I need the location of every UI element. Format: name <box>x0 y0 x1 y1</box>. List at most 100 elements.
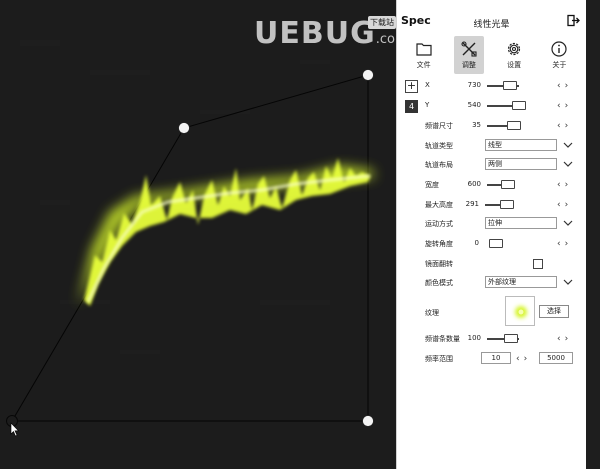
param-label: 纹理 <box>425 309 439 317</box>
increment-arrow-icon[interactable]: › <box>565 81 573 91</box>
param-label: Y <box>425 101 430 109</box>
texture-select-button[interactable]: 选择 <box>539 305 569 318</box>
track-type-select[interactable]: 线型 <box>485 139 557 151</box>
tools-icon <box>461 41 477 57</box>
chevron-down-icon[interactable] <box>563 277 573 287</box>
param-row-max-height: 最大高度 291 ‹› <box>397 197 587 213</box>
freq-range-stepper: ‹› <box>516 354 531 364</box>
increment-arrow-icon[interactable]: › <box>565 121 573 131</box>
tab-label: 关于 <box>552 61 567 69</box>
bar-count-stepper: ‹› <box>557 334 572 344</box>
param-label: 运动方式 <box>425 220 453 228</box>
tab-label: 设置 <box>507 61 522 69</box>
param-value: 600 <box>467 180 481 188</box>
decrement-arrow-icon[interactable]: ‹ <box>557 101 565 111</box>
spectrum-size-slider-knob[interactable] <box>507 121 521 130</box>
gear-icon <box>508 42 521 56</box>
increment-arrow-icon[interactable]: › <box>565 101 573 111</box>
param-row-track-layout: 轨道布局 两侧 <box>397 157 587 173</box>
rotation-stepper: ‹› <box>557 239 572 249</box>
increment-arrow-icon[interactable]: › <box>565 334 573 344</box>
x-slider-knob[interactable] <box>503 81 517 90</box>
motion-select[interactable]: 拉伸 <box>485 217 557 229</box>
tab-label: 文件 <box>416 61 431 69</box>
folder-icon <box>416 43 432 56</box>
decrement-arrow-icon[interactable]: ‹ <box>516 354 524 364</box>
freq-min-input[interactable]: 10 <box>481 352 511 364</box>
control-point-handle[interactable] <box>178 122 190 134</box>
panel-toolbar: 文件 调整 设置 关于 <box>397 36 586 76</box>
increment-arrow-icon[interactable]: › <box>565 239 573 249</box>
param-label: 宽度 <box>425 181 439 189</box>
y-stepper: ‹› <box>557 101 572 111</box>
param-value: 540 <box>467 101 481 109</box>
width-stepper: ‹› <box>557 180 572 190</box>
tab-settings[interactable]: 设置 <box>499 36 529 74</box>
exit-icon[interactable] <box>567 14 580 27</box>
decrement-arrow-icon[interactable]: ‹ <box>557 121 565 131</box>
param-label: 颜色模式 <box>425 279 453 287</box>
mirror-checkbox[interactable] <box>533 259 543 269</box>
param-label: X <box>425 81 430 89</box>
add-point-button[interactable]: + <box>405 80 418 93</box>
param-label: 频谱尺寸 <box>425 122 453 130</box>
preview-canvas[interactable]: UEBUG.com 下载站 <box>0 0 396 469</box>
tab-adjust[interactable]: 调整 <box>453 36 484 74</box>
param-row-motion: 运动方式 拉伸 <box>397 216 587 232</box>
track-layout-select[interactable]: 两侧 <box>485 158 557 170</box>
tab-file[interactable]: 文件 <box>409 36 439 74</box>
param-row-width: 宽度 600 ‹› <box>397 177 587 193</box>
param-row-texture: 纹理 选择 <box>397 296 587 328</box>
point-count-badge: 4 <box>405 100 418 113</box>
decrement-arrow-icon[interactable]: ‹ <box>557 180 565 190</box>
preview-svg <box>0 0 396 469</box>
bar-count-slider-knob[interactable] <box>504 334 518 343</box>
decrement-arrow-icon[interactable]: ‹ <box>557 200 565 210</box>
x-stepper: ‹› <box>557 81 572 91</box>
param-row-track-type: 轨道类型 线型 <box>397 138 587 154</box>
chevron-down-icon[interactable] <box>563 159 573 169</box>
param-value: 100 <box>467 334 481 342</box>
color-mode-select[interactable]: 外部纹理 <box>485 276 557 288</box>
chevron-down-icon[interactable] <box>563 218 573 228</box>
rotation-slider-knob[interactable] <box>489 239 503 248</box>
control-point-handle[interactable] <box>362 415 374 427</box>
panel-titlebar: Spec 线性光晕 <box>397 0 586 36</box>
max-height-slider-knob[interactable] <box>500 200 514 209</box>
info-icon <box>551 41 567 57</box>
texture-preview-icon <box>515 306 527 318</box>
tab-label: 调整 <box>461 61 476 69</box>
param-row-bar-count: 频谱条数量 100 ‹› <box>397 331 587 347</box>
decrement-arrow-icon[interactable]: ‹ <box>557 334 565 344</box>
y-slider-knob[interactable] <box>512 101 526 110</box>
increment-arrow-icon[interactable]: › <box>565 180 573 190</box>
width-slider-knob[interactable] <box>501 180 515 189</box>
param-row-rotation: 旋转角度 0 ‹› <box>397 236 587 252</box>
window-edge <box>586 0 600 469</box>
param-label: 镜面翻转 <box>425 260 453 268</box>
texture-thumbnail[interactable] <box>505 296 535 326</box>
param-label: 频率范围 <box>425 355 453 363</box>
decrement-arrow-icon[interactable]: ‹ <box>557 239 565 249</box>
settings-panel: Spec 线性光晕 文件 调整 设置 关于 + X 730 ‹› 4 Y 540… <box>396 0 586 469</box>
param-row-mirror: 镜面翻转 <box>397 256 587 272</box>
freq-max-input[interactable]: 5000 <box>539 352 573 364</box>
param-label: 轨道布局 <box>425 161 453 169</box>
watermark-badge: 下载站 <box>368 16 396 29</box>
chevron-down-icon[interactable] <box>563 140 573 150</box>
param-value: 0 <box>474 239 479 247</box>
param-row-color-mode: 颜色模式 外部纹理 <box>397 275 587 291</box>
increment-arrow-icon[interactable]: › <box>565 200 573 210</box>
param-row-freq-range: 频率范围 10 ‹› 5000 <box>397 351 587 367</box>
param-row-x: + X 730 ‹› <box>397 78 587 94</box>
decrement-arrow-icon[interactable]: ‹ <box>557 81 565 91</box>
increment-arrow-icon[interactable]: › <box>524 354 532 364</box>
spectrum-size-stepper: ‹› <box>557 121 572 131</box>
param-row-y: 4 Y 540 ‹› <box>397 98 587 114</box>
tab-about[interactable]: 关于 <box>544 36 574 74</box>
max-height-stepper: ‹› <box>557 200 572 210</box>
param-label: 旋转角度 <box>425 240 453 248</box>
panel-title: 线性光晕 <box>473 20 510 30</box>
param-label: 频谱条数量 <box>425 335 460 343</box>
control-point-handle[interactable] <box>362 69 374 81</box>
